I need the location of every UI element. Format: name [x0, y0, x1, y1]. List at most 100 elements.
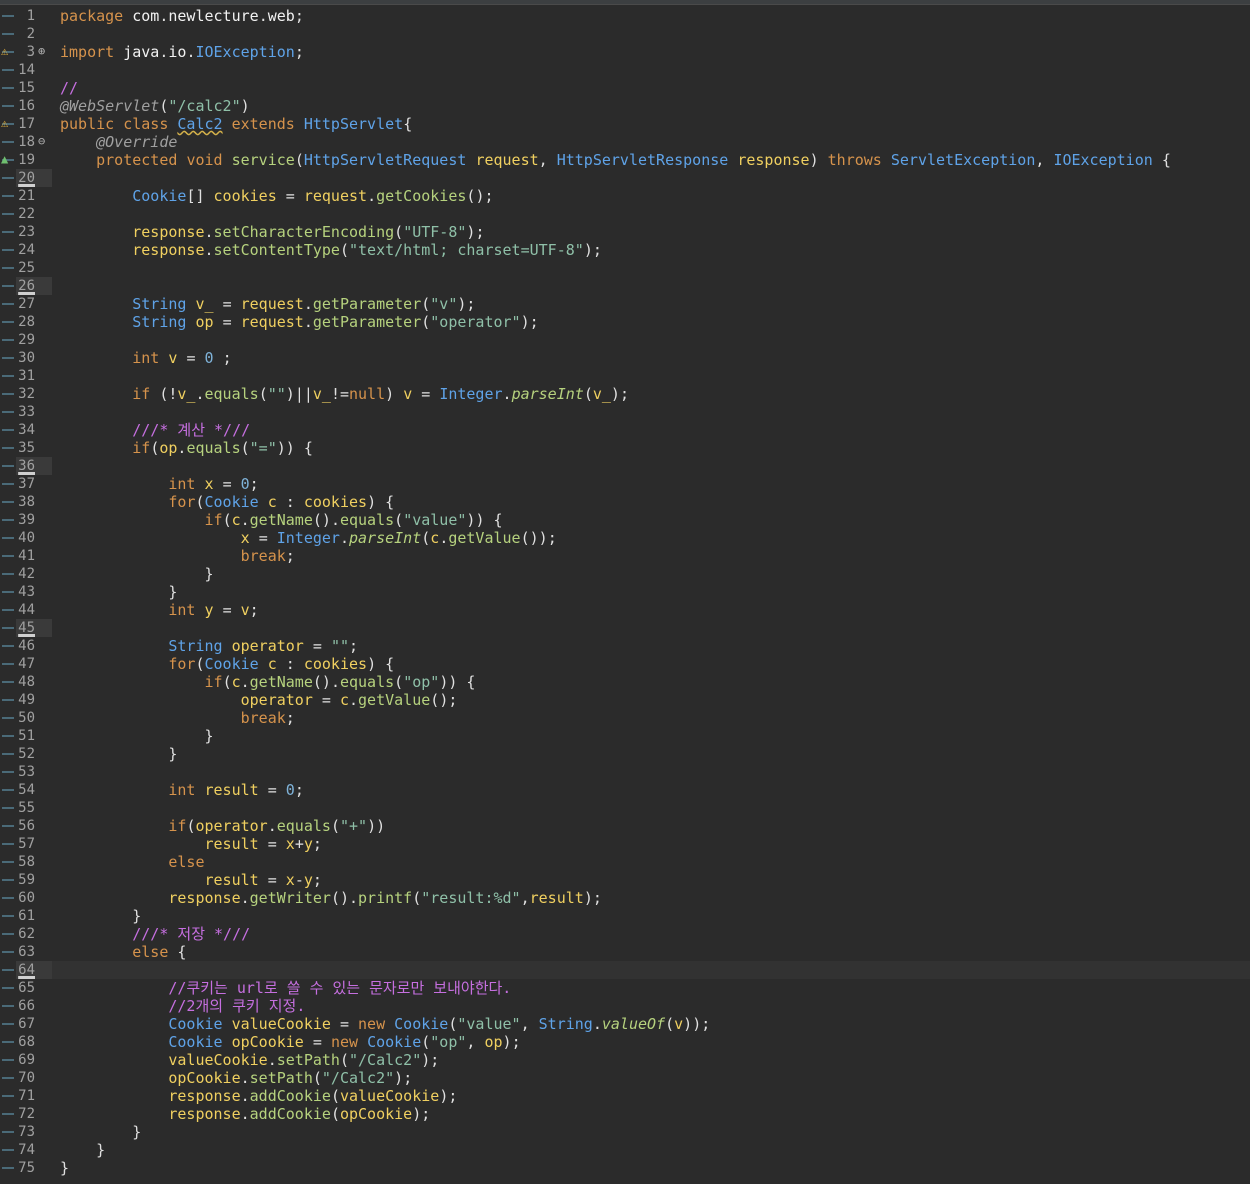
line-number[interactable]: 21	[16, 187, 52, 205]
line-number[interactable]: 2	[16, 25, 52, 43]
line-number[interactable]: 23	[16, 223, 52, 241]
code-line[interactable]: }	[60, 565, 214, 583]
line-number[interactable]: 41	[16, 547, 52, 565]
line-number[interactable]: 73	[16, 1123, 52, 1141]
line-number[interactable]: 57	[16, 835, 52, 853]
line-number[interactable]: 20	[16, 169, 52, 187]
line-number[interactable]: 52	[16, 745, 52, 763]
line-number[interactable]: 30	[16, 349, 52, 367]
line-number[interactable]: 58	[16, 853, 52, 871]
code-line[interactable]: int y = v;	[60, 601, 258, 619]
warning-icon[interactable]: ⚠	[1, 116, 8, 130]
line-number[interactable]: 38	[16, 493, 52, 511]
code-area[interactable]: package com.newlecture.web; import java.i…	[52, 5, 1250, 1184]
line-number[interactable]: 72	[16, 1105, 52, 1123]
code-line[interactable]: @WebServlet("/calc2")	[60, 97, 250, 115]
code-line[interactable]: //	[60, 79, 78, 97]
line-number[interactable]: 66	[16, 997, 52, 1015]
line-number[interactable]: 68	[16, 1033, 52, 1051]
line-number[interactable]: 25	[16, 259, 52, 277]
code-line[interactable]: else {	[60, 943, 186, 961]
code-line[interactable]: public class Calc2 extends HttpServlet{	[60, 115, 412, 133]
code-line[interactable]: for(Cookie c : cookies) {	[60, 655, 394, 673]
line-number[interactable]: 59	[16, 871, 52, 889]
line-number[interactable]: 18	[16, 133, 52, 151]
line-number[interactable]: 17	[16, 115, 52, 133]
code-line[interactable]: @Override	[60, 133, 177, 151]
code-line[interactable]: response.setContentType("text/html; char…	[60, 241, 602, 259]
line-number[interactable]: 74	[16, 1141, 52, 1159]
code-line[interactable]: int v = 0 ;	[60, 349, 231, 367]
line-number[interactable]: 37	[16, 475, 52, 493]
code-line[interactable]: int result = 0;	[60, 781, 303, 799]
code-line[interactable]: if(c.getName().equals("op")) {	[60, 673, 476, 691]
line-number[interactable]: 16	[16, 97, 52, 115]
line-number[interactable]: 45	[16, 619, 52, 637]
line-number[interactable]: 63	[16, 943, 52, 961]
overview-ruler[interactable]	[0, 5, 16, 1184]
code-line[interactable]: }	[60, 907, 141, 925]
line-number[interactable]: 31	[16, 367, 52, 385]
code-line[interactable]: package com.newlecture.web;	[60, 7, 304, 25]
line-number[interactable]: 3	[16, 43, 52, 61]
code-line[interactable]: for(Cookie c : cookies) {	[60, 493, 394, 511]
line-number[interactable]: 36	[16, 457, 52, 475]
code-line[interactable]: result = x-y;	[60, 871, 322, 889]
line-number[interactable]: 70	[16, 1069, 52, 1087]
line-number[interactable]: 19	[16, 151, 52, 169]
line-number[interactable]: 26	[16, 277, 52, 295]
code-line[interactable]: if(operator.equals("+"))	[60, 817, 385, 835]
code-line[interactable]: ///* 저장 *///	[60, 925, 250, 943]
line-number[interactable]: 22	[16, 205, 52, 223]
line-number[interactable]: 15	[16, 79, 52, 97]
line-number[interactable]: 44	[16, 601, 52, 619]
line-number[interactable]: 33	[16, 403, 52, 421]
line-number[interactable]: 27	[16, 295, 52, 313]
line-number[interactable]: 40	[16, 529, 52, 547]
line-number[interactable]: 55	[16, 799, 52, 817]
line-number[interactable]: 32	[16, 385, 52, 403]
code-line[interactable]: if(c.getName().equals("value")) {	[60, 511, 503, 529]
code-line[interactable]: }	[60, 1159, 69, 1177]
code-line[interactable]: }	[60, 583, 177, 601]
line-number[interactable]: 29	[16, 331, 52, 349]
line-number[interactable]: 75	[16, 1159, 52, 1177]
code-line[interactable]: //쿠키는 url로 쓸 수 있는 문자로만 보내야한다.	[60, 979, 511, 997]
line-number[interactable]: 42	[16, 565, 52, 583]
code-line[interactable]: }	[60, 745, 177, 763]
code-line[interactable]: String v_ = request.getParameter("v");	[60, 295, 475, 313]
line-number[interactable]: 51	[16, 727, 52, 745]
code-line[interactable]: if(op.equals("=")) {	[60, 439, 313, 457]
code-line[interactable]: response.setCharacterEncoding("UTF-8");	[60, 223, 484, 241]
line-number[interactable]: 64	[16, 961, 52, 979]
line-number[interactable]: 47	[16, 655, 52, 673]
code-line[interactable]: x = Integer.parseInt(c.getValue());	[60, 529, 557, 547]
code-line[interactable]: String op = request.getParameter("operat…	[60, 313, 538, 331]
code-line[interactable]: Cookie opCookie = new Cookie("op", op);	[60, 1033, 520, 1051]
line-number[interactable]: 50	[16, 709, 52, 727]
line-number[interactable]: 24	[16, 241, 52, 259]
code-line[interactable]: response.addCookie(valueCookie);	[60, 1087, 457, 1105]
code-line[interactable]: protected void service(HttpServletReques…	[60, 151, 1171, 169]
code-line[interactable]: ///* 계산 *///	[60, 421, 250, 439]
line-number[interactable]: 56	[16, 817, 52, 835]
code-line[interactable]: result = x+y;	[60, 835, 322, 853]
line-number[interactable]: 60	[16, 889, 52, 907]
code-line[interactable]: import java.io.IOException;	[60, 43, 304, 61]
code-line[interactable]: valueCookie.setPath("/Calc2");	[60, 1051, 439, 1069]
code-line[interactable]: break;	[60, 709, 295, 727]
code-editor[interactable]: 1 2 3 14 15 16 17 18 19 20 21 22 23 24 25 26 27 28 29 30 31 3…	[0, 0, 1250, 1184]
code-line[interactable]: Cookie valueCookie = new Cookie("value",…	[60, 1015, 710, 1033]
line-number[interactable]: 62	[16, 925, 52, 943]
line-number[interactable]: 71	[16, 1087, 52, 1105]
line-number[interactable]: 46	[16, 637, 52, 655]
code-line[interactable]: Cookie[] cookies = request.getCookies();	[60, 187, 493, 205]
line-number[interactable]: 49	[16, 691, 52, 709]
code-line[interactable]: break;	[60, 547, 295, 565]
code-line[interactable]: //2개의 쿠키 지정.	[60, 997, 305, 1015]
code-line[interactable]: operator = c.getValue();	[60, 691, 458, 709]
line-number[interactable]: 1	[16, 7, 52, 25]
line-number[interactable]: 65	[16, 979, 52, 997]
line-number[interactable]: 61	[16, 907, 52, 925]
collapse-fold-icon[interactable]: ⊖	[38, 134, 45, 148]
